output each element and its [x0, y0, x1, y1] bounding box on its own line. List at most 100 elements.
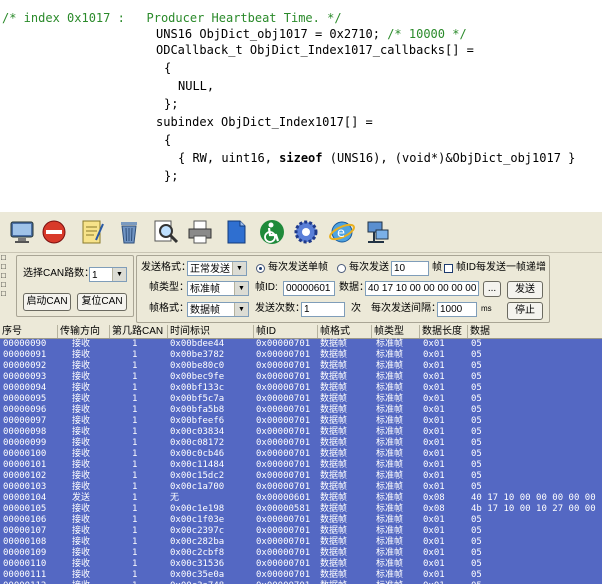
cell-seq: 00000099 [3, 438, 47, 448]
col-header-frame-format[interactable]: 帧格式 [318, 325, 372, 338]
data-input[interactable]: 40 17 10 00 00 00 00 00 [365, 281, 479, 296]
document-icon[interactable] [222, 218, 250, 246]
cell-frame-type: 标准帧 [376, 493, 404, 503]
table-row[interactable]: 00000099 接收 1 0x00c08172 0x00000701 数据帧 标准帧 0x0… [0, 438, 602, 449]
side-mark: □ [1, 280, 6, 289]
search-icon[interactable] [152, 218, 180, 246]
table-row[interactable]: 00000098 接收 1 0x00c03834 0x00000701 数据帧 标准帧 0x0… [0, 427, 602, 438]
interval-input[interactable]: 1000 [437, 302, 477, 317]
table-row[interactable]: 00000105 接收 1 0x00c1e198 0x00000581 数据帧 标准帧 0x0… [0, 504, 602, 515]
table-row[interactable]: 00000111 接收 1 0x00c35e0a 0x00000701 数据帧 标准帧 0x0… [0, 570, 602, 581]
side-marks: □ □ □ □ □ [1, 253, 11, 333]
cell-data: 4b 17 10 00 10 27 00 00 [471, 504, 596, 514]
send-button[interactable]: 发送 [507, 281, 543, 299]
table-row[interactable]: 00000093 接收 1 0x00bec9fe 0x00000701 数据帧 标准帧 0x0… [0, 372, 602, 383]
start-can-button[interactable]: 启动CAN [23, 293, 71, 311]
stop-icon[interactable] [40, 218, 68, 246]
cell-data: 05 [471, 559, 482, 569]
gear-icon[interactable] [292, 218, 320, 246]
cell-direction: 接收 [72, 471, 91, 481]
radio-single-frame[interactable] [256, 264, 265, 273]
network-icon[interactable] [364, 218, 392, 246]
table-row[interactable]: 00000108 接收 1 0x00c282ba 0x00000701 数据帧 标准帧 0x0… [0, 537, 602, 548]
code-line-uns16: UNS16 ObjDict_obj1017 = 0x2710; /* 10000… [156, 27, 467, 41]
col-header-seq[interactable]: 序号 [0, 325, 58, 338]
radio-multi-frame-label: 每次发送 [349, 262, 389, 273]
frame-format-dropdown[interactable]: 数据帧 ▼ [187, 302, 249, 317]
table-row[interactable]: 00000096 接收 1 0x00bfa5b8 0x00000701 数据帧 标准帧 0x0… [0, 405, 602, 416]
table-row[interactable]: 00000100 接收 1 0x00c0cb46 0x00000701 数据帧 标准帧 0x0… [0, 449, 602, 460]
printer-icon[interactable] [186, 218, 214, 246]
table-row[interactable]: 00000090 接收 1 0x00bdee44 0x00000701 数据帧 标准帧 0x0… [0, 339, 602, 350]
cell-data: 05 [471, 548, 482, 558]
data-browse-button[interactable]: ... [483, 281, 501, 297]
table-row[interactable]: 00000106 接收 1 0x00c1f03e 0x00000701 数据帧 标准帧 0x0… [0, 515, 602, 526]
table-row[interactable]: 00000101 接收 1 0x00c11484 0x00000701 数据帧 标准帧 0x0… [0, 460, 602, 471]
col-header-frame-id[interactable]: 帧ID [254, 325, 318, 338]
cell-data-length: 0x01 [423, 482, 445, 492]
cell-data: 40 17 10 00 00 00 00 00 [471, 493, 596, 503]
cell-seq: 00000105 [3, 504, 47, 514]
code-line-brace-close: }; [164, 97, 179, 111]
frame-id-input[interactable]: 00000601 [283, 281, 335, 296]
cell-can-index: 1 [132, 504, 138, 514]
accessibility-icon[interactable] [258, 218, 286, 246]
radio-multi-frame[interactable] [337, 264, 346, 273]
frame-id-increment-checkbox[interactable] [444, 264, 453, 273]
table-row[interactable]: 00000102 接收 1 0x00c15dc2 0x00000701 数据帧 标准帧 0x0… [0, 471, 602, 482]
notepad-icon[interactable] [78, 218, 106, 246]
table-row[interactable]: 00000094 接收 1 0x00bf133c 0x00000701 数据帧 标准帧 0x0… [0, 383, 602, 394]
table-row[interactable]: 00000104 发送 1 无 0x00000601 数据帧 标准帧 0x08 40 17 10… [0, 493, 602, 504]
cell-data: 05 [471, 482, 482, 492]
chevron-down-icon: ▼ [232, 262, 246, 275]
cell-frame-format: 数据帧 [320, 548, 348, 558]
col-header-data[interactable]: 数据 [468, 325, 602, 338]
cell-can-index: 1 [132, 361, 138, 371]
col-header-data-length[interactable]: 数据长度 [420, 325, 468, 338]
cell-frame-id: 0x00000701 [256, 548, 311, 558]
table-header: 序号 传输方向 第几路CAN 时间标识 帧ID 帧格式 帧类型 数据长度 数据 [0, 325, 602, 339]
cell-data-length: 0x08 [423, 493, 445, 503]
cell-frame-type: 标准帧 [376, 548, 404, 558]
can-select-dropdown[interactable]: 1 ▼ [89, 267, 127, 282]
table-row[interactable]: 00000091 接收 1 0x00be3782 0x00000701 数据帧 标准帧 0x0… [0, 350, 602, 361]
table-row[interactable]: 00000109 接收 1 0x00c2cbf8 0x00000701 数据帧 标准帧 0x0… [0, 548, 602, 559]
cell-seq: 00000092 [3, 361, 47, 371]
trash-icon[interactable] [115, 218, 143, 246]
cell-frame-format: 数据帧 [320, 416, 348, 426]
chevron-down-icon: ▼ [234, 303, 248, 316]
send-format-dropdown[interactable]: 正常发送 ▼ [187, 261, 247, 276]
monitor-icon[interactable] [8, 218, 36, 246]
cell-timestamp: 0x00c35e0a [170, 570, 225, 580]
cell-frame-id: 0x00000701 [256, 515, 311, 525]
ie-globe-icon[interactable]: e [328, 218, 356, 246]
cell-timestamp: 0x00bec9fe [170, 372, 225, 382]
cell-timestamp: 0x00c1a700 [170, 482, 225, 492]
send-settings-group: 发送格式： 正常发送 ▼ 每次发送单帧 每次发送 10 帧 帧ID每发送一帧递增 … [136, 255, 550, 323]
cell-direction: 接收 [72, 372, 91, 382]
table-row[interactable]: 00000103 接收 1 0x00c1a700 0x00000701 数据帧 标准帧 0x0… [0, 482, 602, 493]
cell-can-index: 1 [132, 350, 138, 360]
cell-frame-type: 标准帧 [376, 339, 404, 349]
cell-frame-type: 标准帧 [376, 482, 404, 492]
send-times-input[interactable]: 1 [301, 302, 345, 317]
col-header-frame-type[interactable]: 帧类型 [372, 325, 420, 338]
col-header-direction[interactable]: 传输方向 [58, 325, 110, 338]
table-row[interactable]: 00000110 接收 1 0x00c31536 0x00000701 数据帧 标准帧 0x0… [0, 559, 602, 570]
cell-seq: 00000110 [3, 559, 47, 569]
frame-type-dropdown[interactable]: 标准帧 ▼ [187, 281, 249, 296]
cell-frame-id: 0x00000701 [256, 460, 311, 470]
frame-format-label: 帧格式： [149, 303, 189, 314]
multi-count-input[interactable]: 10 [391, 261, 429, 276]
cell-frame-type: 标准帧 [376, 372, 404, 382]
stop-button[interactable]: 停止 [507, 302, 543, 320]
cell-frame-id: 0x00000701 [256, 405, 311, 415]
table-row[interactable]: 00000107 接收 1 0x00c2397c 0x00000701 数据帧 标准帧 0x0… [0, 526, 602, 537]
reset-can-button[interactable]: 复位CAN [77, 293, 127, 311]
table-row[interactable]: 00000092 接收 1 0x00be80c0 0x00000701 数据帧 标准帧 0x0… [0, 361, 602, 372]
col-header-timestamp[interactable]: 时间标识 [168, 325, 254, 338]
col-header-can-index[interactable]: 第几路CAN [110, 325, 168, 338]
cell-data-length: 0x01 [423, 570, 445, 580]
table-row[interactable]: 00000097 接收 1 0x00bfeef6 0x00000701 数据帧 标准帧 0x0… [0, 416, 602, 427]
table-row[interactable]: 00000095 接收 1 0x00bf5c7a 0x00000701 数据帧 标准帧 0x0… [0, 394, 602, 405]
